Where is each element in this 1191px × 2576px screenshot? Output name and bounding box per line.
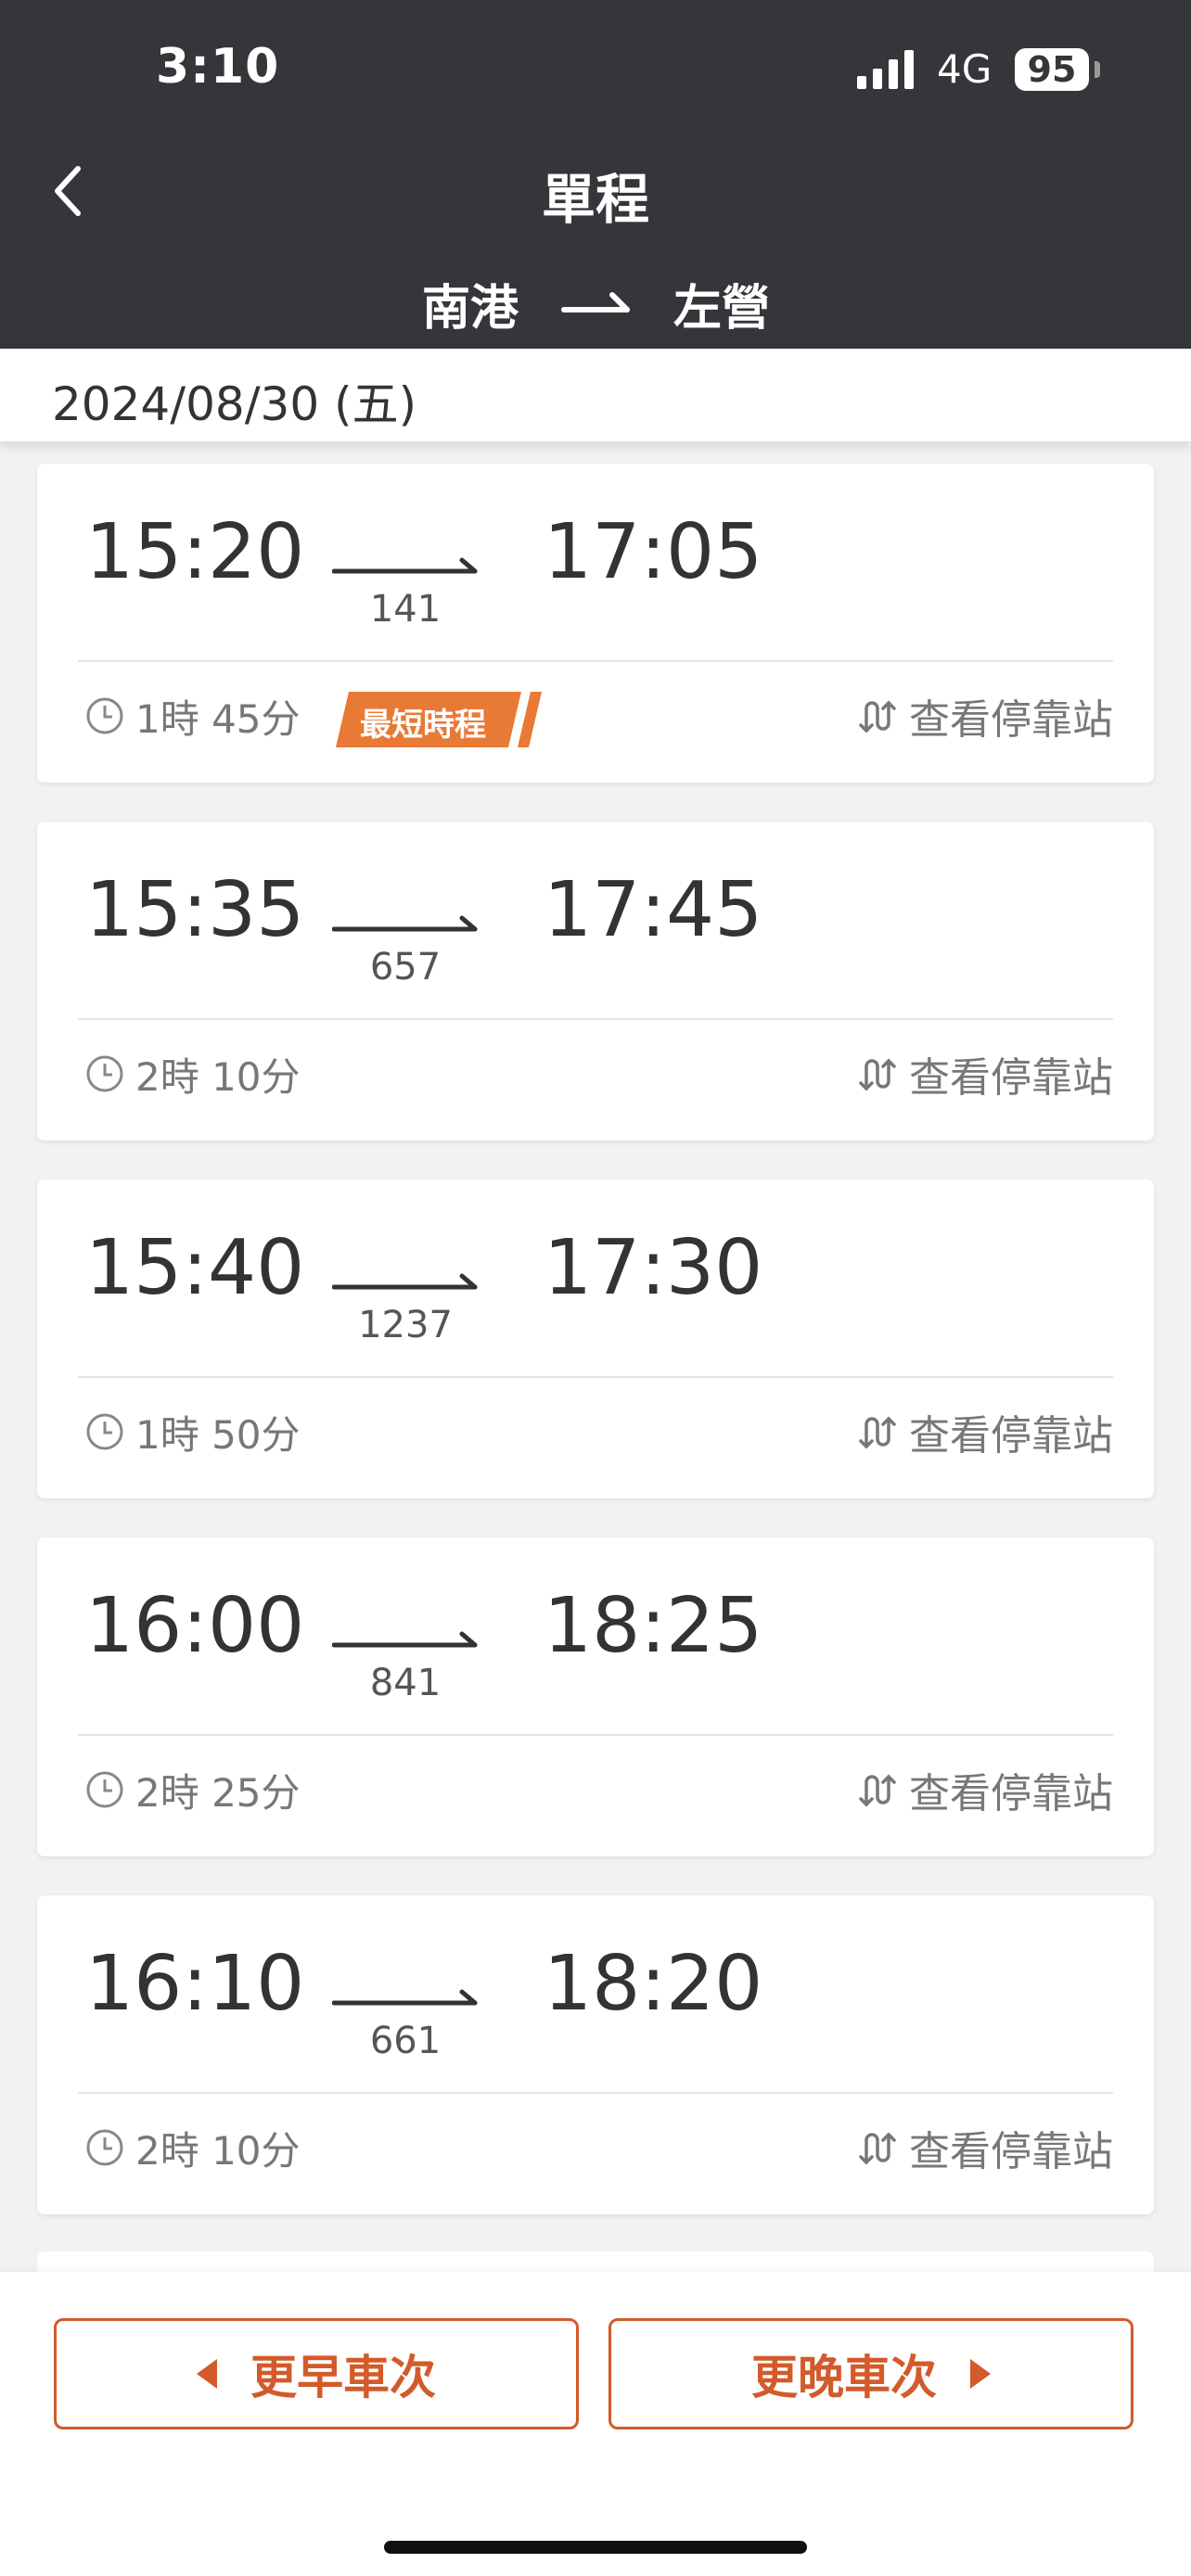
departure-time: 16:10 bbox=[85, 1940, 305, 2028]
departure-time: 15:35 bbox=[85, 866, 305, 954]
route-from: 南港 bbox=[422, 281, 519, 337]
page-title: 單程 bbox=[541, 168, 649, 231]
arrival-time: 18:25 bbox=[544, 1582, 763, 1670]
arrival-time: 17:30 bbox=[544, 1224, 763, 1312]
arrow-icon bbox=[332, 915, 478, 932]
battery-cap bbox=[1095, 61, 1100, 78]
view-stops-link[interactable]: 查看停靠站 bbox=[857, 2122, 1113, 2175]
view-stops-label: 查看停靠站 bbox=[909, 2128, 1113, 2175]
train-card[interactable]: 15:40 1237 17:30 1時 50分 查看停靠站 bbox=[37, 1180, 1154, 1498]
clock-icon bbox=[86, 1413, 123, 1450]
train-number: 657 bbox=[369, 946, 442, 988]
route-stops-icon bbox=[859, 2132, 896, 2165]
triangle-right-icon bbox=[970, 2359, 991, 2389]
clock-icon bbox=[86, 697, 123, 734]
clock-icon bbox=[86, 1055, 123, 1092]
route-stops-icon bbox=[859, 1774, 896, 1807]
later-trains-button[interactable]: 更晚車次 bbox=[608, 2318, 1133, 2429]
date-bar: 2024/08/30 (五) bbox=[0, 349, 1191, 441]
view-stops-label: 查看停靠站 bbox=[909, 1770, 1113, 1817]
travel-date: 2024/08/30 (五) bbox=[52, 377, 417, 431]
signal-icon bbox=[857, 50, 914, 89]
duration-text: 1時 50分 bbox=[135, 1411, 301, 1458]
clock-icon bbox=[86, 1771, 123, 1808]
arrival-time: 18:20 bbox=[544, 1940, 763, 2028]
duration: 2時 10分 bbox=[85, 1048, 301, 1100]
train-card[interactable]: 16:00 841 18:25 2時 25分 查看停靠站 bbox=[37, 1537, 1154, 1856]
train-card[interactable]: 15:35 657 17:45 2時 10分 查看停靠站 bbox=[37, 822, 1154, 1141]
arrow-icon bbox=[332, 1989, 478, 2006]
arrow-icon bbox=[332, 1631, 478, 1648]
view-stops-link[interactable]: 查看停靠站 bbox=[857, 1764, 1113, 1817]
train-card[interactable]: 15:20 141 17:05 1時 45分 最短時程 查看停靠站 bbox=[37, 464, 1154, 783]
status-time: 3:10 bbox=[156, 39, 280, 95]
status-bar: 3:10 4G 95 bbox=[0, 0, 1191, 139]
departure-time: 15:20 bbox=[85, 508, 305, 596]
route-stops-icon bbox=[859, 1416, 896, 1449]
duration: 1時 45分 bbox=[85, 690, 301, 742]
departure-time: 16:00 bbox=[85, 1582, 305, 1670]
divider bbox=[78, 1018, 1113, 1020]
route: 南港 左營 bbox=[0, 269, 1191, 337]
home-indicator[interactable] bbox=[384, 2541, 807, 2554]
arrow-icon bbox=[332, 1273, 478, 1290]
route-arrow-icon bbox=[561, 292, 630, 312]
later-trains-label: 更晚車次 bbox=[751, 2351, 937, 2404]
train-number: 661 bbox=[369, 2020, 442, 2062]
arrival-time: 17:05 bbox=[544, 508, 763, 596]
header: 3:10 4G 95 單程 南港 左營 bbox=[0, 0, 1191, 349]
battery-level: 95 bbox=[1027, 49, 1077, 90]
route-stops-icon bbox=[859, 1058, 896, 1091]
view-stops-link[interactable]: 查看停靠站 bbox=[857, 1406, 1113, 1460]
shortest-badge: 最短時程 bbox=[336, 692, 549, 747]
bottom-bar: 更早車次 更晚車次 bbox=[0, 2272, 1191, 2576]
view-stops-label: 查看停靠站 bbox=[909, 1054, 1113, 1102]
train-number: 141 bbox=[369, 588, 442, 631]
divider bbox=[78, 2092, 1113, 2094]
route-stops-icon bbox=[859, 700, 896, 733]
train-number: 1237 bbox=[358, 1304, 453, 1346]
train-number: 841 bbox=[369, 1662, 442, 1704]
network-label: 4G bbox=[937, 46, 992, 92]
duration-text: 2時 10分 bbox=[135, 1053, 301, 1100]
battery-icon: 95 bbox=[1015, 48, 1089, 91]
duration: 1時 50分 bbox=[85, 1406, 301, 1458]
earlier-trains-button[interactable]: 更早車次 bbox=[54, 2318, 579, 2429]
clock-icon bbox=[86, 2129, 123, 2166]
divider bbox=[78, 1734, 1113, 1736]
duration: 2時 10分 bbox=[85, 2122, 301, 2174]
divider bbox=[78, 660, 1113, 662]
duration-text: 2時 25分 bbox=[135, 1769, 301, 1816]
route-to: 左營 bbox=[673, 281, 771, 337]
view-stops-label: 查看停靠站 bbox=[909, 696, 1113, 744]
badge-label: 最短時程 bbox=[360, 707, 486, 744]
duration-text: 1時 45分 bbox=[135, 695, 301, 742]
arrival-time: 17:45 bbox=[544, 866, 763, 954]
duration-text: 2時 10分 bbox=[135, 2127, 301, 2174]
triangle-left-icon bbox=[197, 2359, 217, 2389]
train-card[interactable]: 16:10 661 18:20 2時 10分 查看停靠站 bbox=[37, 1895, 1154, 2214]
earlier-trains-label: 更早車次 bbox=[250, 2351, 436, 2404]
duration: 2時 25分 bbox=[85, 1764, 301, 1816]
view-stops-link[interactable]: 查看停靠站 bbox=[857, 1048, 1113, 1102]
departure-time: 15:40 bbox=[85, 1224, 305, 1312]
arrow-icon bbox=[332, 557, 478, 574]
view-stops-label: 查看停靠站 bbox=[909, 1412, 1113, 1460]
divider bbox=[78, 1376, 1113, 1378]
view-stops-link[interactable]: 查看停靠站 bbox=[857, 690, 1113, 744]
